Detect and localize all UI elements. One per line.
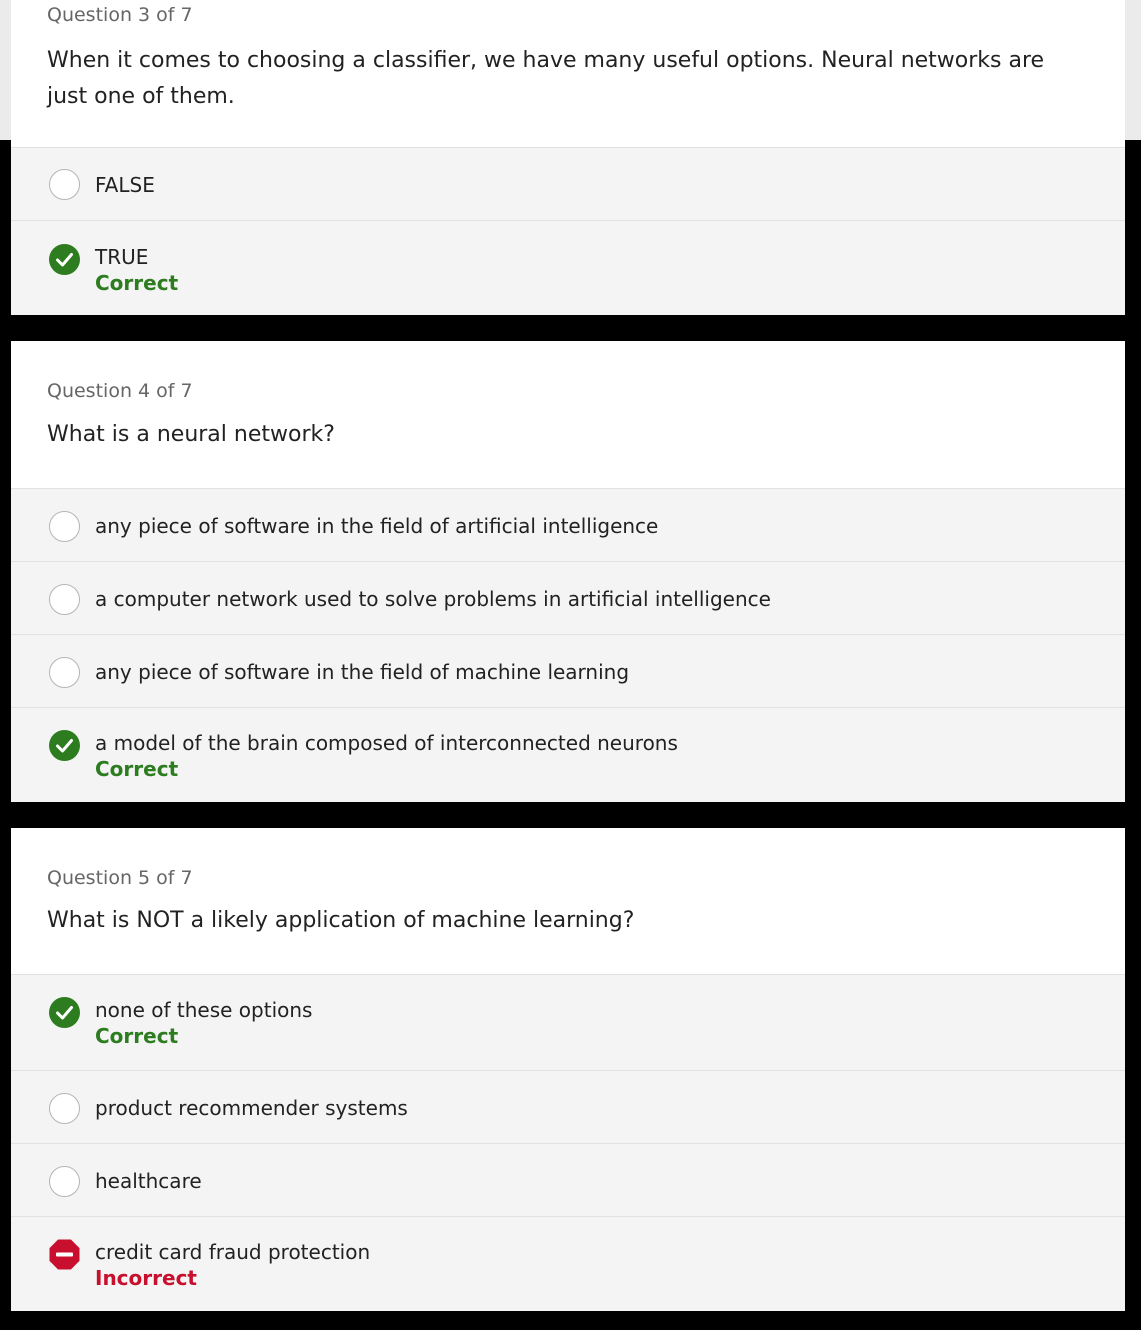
correct-verdict: Correct [95,757,179,781]
radio-button[interactable] [49,1166,80,1197]
answer-option-4[interactable]: credit card fraud protection Incorrect [11,1217,1125,1311]
question-number: Question 5 of 7 [47,867,193,889]
question-number: Question 4 of 7 [47,380,193,402]
answer-option-1[interactable]: none of these options Correct [11,975,1125,1071]
option-label: a model of the brain composed of interco… [95,731,678,755]
minus-circle-icon [49,1239,80,1270]
option-label: credit card fraud protection [95,1240,371,1264]
check-circle-icon [49,244,80,275]
option-label: a computer network used to solve problem… [95,587,771,611]
option-label: none of these options [95,998,313,1022]
option-label: any piece of software in the field of ma… [95,660,630,684]
question-text: When it comes to choosing a classifier, … [47,48,1045,109]
answer-option-4[interactable]: a model of the brain composed of interco… [11,708,1125,802]
option-label: TRUE [95,245,149,269]
correct-verdict: Correct [95,1024,179,1048]
option-label: FALSE [95,173,155,197]
question-number: Question 3 of 7 [47,4,193,26]
answer-option-false[interactable]: FALSE [11,148,1125,221]
option-label: any piece of software in the field of ar… [95,514,659,538]
incorrect-verdict: Incorrect [95,1266,197,1290]
answer-option-1[interactable]: any piece of software in the field of ar… [11,489,1125,562]
radio-button[interactable] [49,657,80,688]
question-card-4: Question 4 of 7 What is a neural network… [11,341,1125,802]
question-card-5: Question 5 of 7 What is NOT a likely app… [11,828,1125,1311]
answer-option-true[interactable]: TRUE Correct [11,221,1125,315]
radio-button[interactable] [49,1093,80,1124]
radio-button[interactable] [49,511,80,542]
option-label: healthcare [95,1169,202,1193]
radio-button[interactable] [49,584,80,615]
correct-verdict: Correct [95,271,179,295]
option-label: product recommender systems [95,1096,408,1120]
answer-option-3[interactable]: healthcare [11,1144,1125,1217]
quiz-results-page: Question 3 of 7 When it comes to choosin… [0,0,1141,1330]
answer-option-2[interactable]: a computer network used to solve problem… [11,562,1125,635]
question-text: What is NOT a likely application of mach… [47,908,635,933]
answer-option-3[interactable]: any piece of software in the field of ma… [11,635,1125,708]
question-text: What is a neural network? [47,422,335,447]
check-circle-icon [49,730,80,761]
answer-option-2[interactable]: product recommender systems [11,1071,1125,1144]
radio-button[interactable] [49,169,80,200]
check-circle-icon [49,997,80,1028]
question-card-3: Question 3 of 7 When it comes to choosin… [11,0,1125,315]
